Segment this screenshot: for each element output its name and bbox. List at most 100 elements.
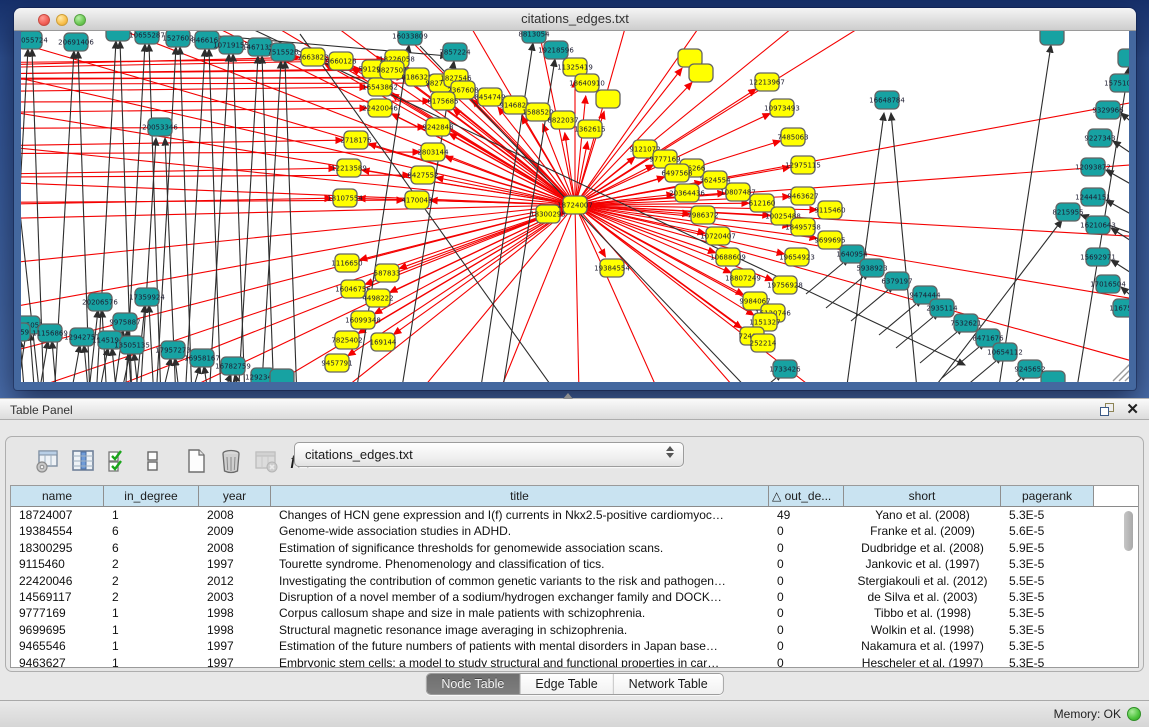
graph-edge[interactable] xyxy=(851,285,894,321)
graph-edge[interactable] xyxy=(1106,170,1129,195)
citation-network-graph[interactable]: 2405572420691406106552871527602846616010… xyxy=(21,31,1129,382)
table-mode-button[interactable] xyxy=(34,447,62,475)
table-mode-icon xyxy=(35,448,61,474)
graph-edge[interactable] xyxy=(21,152,420,154)
graph-edge[interactable] xyxy=(1121,113,1129,138)
graph-node[interactable] xyxy=(270,369,294,382)
dropdown-stepper-icon xyxy=(666,446,674,458)
graph-node[interactable] xyxy=(106,31,130,41)
delete-table-button[interactable] xyxy=(252,447,280,475)
table-row[interactable]: 1872400712008Changes of HCN gene express… xyxy=(11,507,1138,523)
column-header-1[interactable]: in_degree xyxy=(104,486,199,506)
table-cell: Genome-wide association studies in ADHD. xyxy=(271,523,769,539)
table-cell: 2008 xyxy=(199,507,271,523)
graph-node-label: 1167533 xyxy=(1109,304,1129,312)
graph-edge[interactable] xyxy=(21,60,575,205)
table-cell: 0 xyxy=(769,655,844,668)
float-panel-icon[interactable] xyxy=(1100,403,1115,417)
graph-edge[interactable] xyxy=(21,87,367,92)
window-titlebar[interactable]: citations_edges.txt xyxy=(14,8,1136,31)
graph-edge[interactable] xyxy=(920,327,963,363)
graph-edge[interactable] xyxy=(942,342,985,378)
table-scrollbar[interactable] xyxy=(1123,509,1135,665)
table-selector-dropdown[interactable]: citations_edges.txt xyxy=(294,442,684,467)
table-row[interactable]: 1456911722003Disruption of a novel membe… xyxy=(11,589,1138,605)
close-panel-icon[interactable]: ✕ xyxy=(1126,400,1139,418)
window-resize-grip[interactable] xyxy=(1113,364,1129,381)
delete-column-button[interactable] xyxy=(217,447,245,475)
select-all-columns-button[interactable] xyxy=(104,447,132,475)
graph-edge[interactable] xyxy=(575,31,650,205)
table-cell: 1 xyxy=(104,605,199,621)
network-window[interactable]: citations_edges.txt 24055724206914061065… xyxy=(14,8,1136,390)
graph-edge[interactable] xyxy=(185,49,205,382)
tab-network-table[interactable]: Network Table xyxy=(614,674,723,694)
graph-node-label: 9115460 xyxy=(814,206,845,214)
graph-node-label: 16099348 xyxy=(345,316,381,324)
table-cell: 5.3E-5 xyxy=(1001,638,1094,654)
graph-edge[interactable] xyxy=(233,54,245,382)
graph-edge[interactable] xyxy=(380,205,575,382)
graph-edge[interactable] xyxy=(575,31,900,205)
table-row[interactable]: 911546021997Tourette syndrome. Phenomeno… xyxy=(11,556,1138,572)
table-body: 1872400712008Changes of HCN gene express… xyxy=(11,507,1138,668)
clear-selection-button[interactable] xyxy=(139,447,167,475)
graph-node-label: 5938923 xyxy=(856,264,887,272)
table-row[interactable]: 2242004622012Investigating the contribut… xyxy=(11,573,1138,589)
graph-node[interactable] xyxy=(1040,31,1064,45)
graph-edge[interactable] xyxy=(161,358,171,382)
tab-edge-table[interactable]: Edge Table xyxy=(520,674,613,694)
table-cell: 1998 xyxy=(199,622,271,638)
table-cell: 1 xyxy=(104,507,199,523)
table-row[interactable]: 977716911998Corpus callosum shape and si… xyxy=(11,605,1138,621)
column-header-3[interactable]: title xyxy=(271,486,769,506)
graph-node-label: 1116650 xyxy=(331,259,362,267)
graph-node[interactable] xyxy=(1041,371,1065,382)
graph-edge[interactable] xyxy=(21,205,575,220)
graph-node[interactable] xyxy=(596,90,620,108)
graph-node-label: 15692971 xyxy=(1080,253,1116,261)
graph-edge[interactable] xyxy=(238,56,258,382)
graph-node-label: 19654923 xyxy=(779,253,815,261)
graph-edge[interactable] xyxy=(21,108,367,113)
show-columns-button[interactable] xyxy=(69,447,97,475)
table-cell: 1 xyxy=(104,622,199,638)
pane-divider-handle[interactable] xyxy=(563,393,573,399)
column-header-2[interactable]: year xyxy=(199,486,271,506)
table-cell: 2012 xyxy=(199,573,271,589)
column-header-0[interactable]: name xyxy=(11,486,104,506)
table-row[interactable]: 946554611997Estimation of the future num… xyxy=(11,638,1138,654)
table-cell: Nakamura et al. (1997) xyxy=(844,638,1001,654)
table-cell: 0 xyxy=(769,523,844,539)
table-row[interactable]: 946362711997Embryonic stem cells: a mode… xyxy=(11,655,1138,668)
new-column-button[interactable] xyxy=(182,447,210,475)
graph-edge[interactable] xyxy=(21,127,425,128)
network-view-canvas[interactable]: 2405572420691406106552871527602846616010… xyxy=(21,31,1129,382)
table-row[interactable]: 969969511998Structural magnetic resonanc… xyxy=(11,622,1138,638)
graph-node-label: 9474444 xyxy=(909,291,941,299)
column-header-6[interactable]: pagerank xyxy=(1001,486,1094,506)
table-cell: Stergiakouli et al. (2012) xyxy=(844,573,1001,589)
scrollbar-thumb[interactable] xyxy=(1124,511,1133,551)
tab-node-table[interactable]: Node Table xyxy=(426,674,520,694)
column-header-5[interactable]: short xyxy=(844,486,1001,506)
column-header-4[interactable]: △ out_de... xyxy=(769,486,844,506)
graph-node-label: 16543862 xyxy=(362,83,398,91)
graph-node[interactable] xyxy=(689,64,713,82)
table-row[interactable]: 1938455462009Genome-wide association stu… xyxy=(11,523,1138,539)
graph-edge[interactable] xyxy=(575,205,580,382)
table-cell: 5.3E-5 xyxy=(1001,556,1094,572)
graph-edge[interactable] xyxy=(879,299,922,335)
graph-edge[interactable] xyxy=(806,258,849,294)
graph-edge[interactable] xyxy=(70,345,80,382)
table-cell: 2 xyxy=(104,589,199,605)
graph-node-label: 16648784 xyxy=(869,96,905,104)
graph-edge[interactable] xyxy=(997,45,1051,382)
graph-node[interactable] xyxy=(1118,49,1129,67)
graph-edge[interactable] xyxy=(891,113,918,382)
graph-node-label: 1640954 xyxy=(836,250,868,258)
table-row[interactable]: 1830029562008Estimation of significance … xyxy=(11,540,1138,556)
graph-node-label: 9660128 xyxy=(325,57,356,65)
table-cell: 0 xyxy=(769,605,844,621)
memory-status-indicator[interactable] xyxy=(1127,707,1141,721)
